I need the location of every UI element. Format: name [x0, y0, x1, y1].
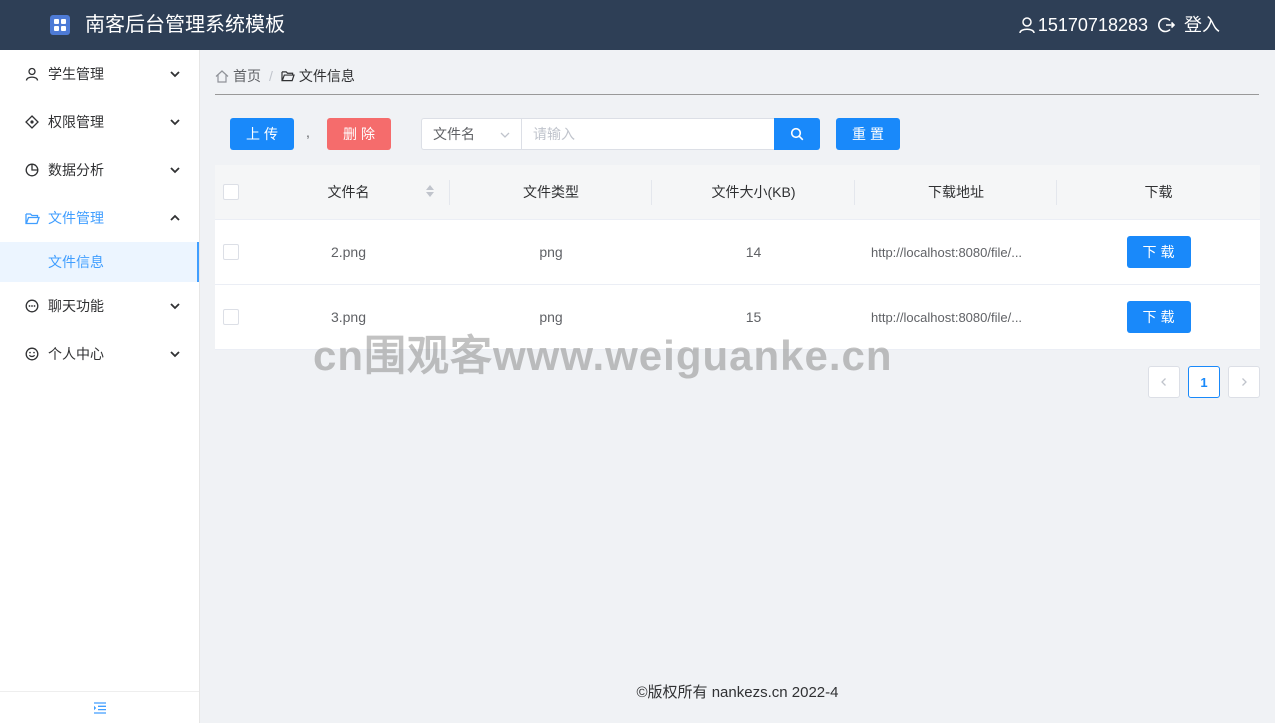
breadcrumb: 首页 / 文件信息	[215, 66, 355, 86]
sidebar-subitem-file-info[interactable]: 文件信息	[0, 242, 199, 282]
folder-open-icon	[24, 210, 40, 226]
toolbar-separator: ,	[306, 124, 310, 140]
sidebar-item-student[interactable]: 学生管理	[0, 50, 199, 98]
pagination-prev-button[interactable]	[1148, 366, 1180, 398]
select-all-checkbox[interactable]	[223, 184, 239, 200]
sidebar: 学生管理 权限管理 数据分析 文件管理 文件信息 聊天功能 个人中心	[0, 50, 200, 723]
login-link[interactable]: 登入	[1184, 12, 1220, 38]
column-header-name[interactable]: 文件名	[247, 165, 450, 219]
breadcrumb-separator: /	[269, 68, 273, 84]
app-title: 南客后台管理系统模板	[85, 14, 285, 36]
app-logo-icon	[50, 15, 70, 35]
breadcrumb-divider	[215, 94, 1259, 95]
row-checkbox-cell	[215, 285, 247, 349]
logout-icon[interactable]	[1158, 16, 1176, 34]
smile-icon	[24, 346, 40, 362]
chevron-down-icon	[500, 132, 510, 138]
row-checkbox-cell	[215, 220, 247, 284]
cell-file-name: 2.png	[330, 244, 367, 260]
sidebar-item-file-management[interactable]: 文件管理	[0, 194, 199, 242]
sidebar-item-label: 文件管理	[48, 210, 104, 226]
sidebar-item-label: 数据分析	[48, 162, 104, 178]
footer-copyright: ©版权所有 nankezs.cn 2022-4	[636, 684, 839, 701]
download-button[interactable]: 下载	[1126, 236, 1191, 268]
search-field-value: 文件名	[433, 126, 475, 142]
search-icon	[790, 127, 804, 141]
sidebar-item-label: 聊天功能	[48, 298, 104, 314]
folder-open-icon	[281, 71, 295, 82]
file-url-text: http://localhost:8080/file/...	[871, 244, 1023, 260]
top-header: 南客后台管理系统模板 15170718283 登入	[0, 0, 1275, 50]
sidebar-item-label: 权限管理	[48, 114, 104, 130]
user-area: 15170718283 登入	[1018, 12, 1220, 38]
chevron-up-icon	[170, 214, 180, 221]
sidebar-item-label: 学生管理	[48, 66, 104, 82]
cell-file-type: png	[539, 244, 563, 260]
sort-caret-icon[interactable]	[426, 185, 434, 197]
breadcrumb-home[interactable]: 首页	[215, 66, 261, 86]
sidebar-collapse-button[interactable]	[0, 691, 199, 723]
column-header-size: 文件大小(KB)	[652, 165, 855, 219]
column-header-type: 文件类型	[450, 165, 652, 219]
upload-button[interactable]: 上传	[230, 118, 294, 150]
cell-file-url: http://localhost:8080/file/...	[855, 220, 1057, 284]
user-icon	[24, 66, 40, 82]
search-button[interactable]	[774, 118, 820, 150]
sidebar-item-label: 个人中心	[48, 346, 104, 362]
reset-button[interactable]: 重置	[836, 118, 900, 150]
chevron-down-icon	[170, 167, 180, 174]
breadcrumb-current: 文件信息	[281, 66, 355, 86]
delete-button[interactable]: 删除	[327, 118, 391, 150]
chevron-left-icon	[1161, 378, 1166, 386]
chevron-down-icon	[170, 303, 180, 310]
file-url-text: http://localhost:8080/file/...	[871, 309, 1023, 325]
column-header-url: 下载地址	[855, 165, 1057, 219]
row-checkbox[interactable]	[223, 309, 239, 325]
compass-icon	[24, 114, 40, 130]
chat-bubble-icon	[24, 298, 40, 314]
pie-chart-icon	[24, 162, 40, 178]
table-header-row: 文件名 文件类型 文件大小(KB) 下载地址 下载	[215, 165, 1260, 220]
home-icon	[215, 69, 229, 83]
chevron-right-icon	[1242, 378, 1247, 386]
chevron-down-icon	[170, 71, 180, 78]
chevron-down-icon	[170, 119, 180, 126]
watermark-text: cn围观客www.weiguanke.cn	[313, 332, 893, 379]
cell-download: 下载	[1057, 285, 1260, 349]
indent-icon	[93, 701, 106, 714]
pagination-page-button[interactable]: 1	[1188, 366, 1220, 398]
search-field-select[interactable]: 文件名	[421, 118, 521, 150]
table-row: 2.png png 14 http://localhost:8080/file/…	[215, 220, 1260, 285]
username: 15170718283	[1037, 15, 1148, 35]
sidebar-item-profile[interactable]: 个人中心	[0, 330, 199, 378]
cell-download: 下载	[1057, 220, 1260, 284]
chevron-down-icon	[170, 351, 180, 358]
pagination-next-button[interactable]	[1228, 366, 1260, 398]
sidebar-item-chat[interactable]: 聊天功能	[0, 282, 199, 330]
column-header-download: 下载	[1144, 184, 1173, 200]
row-checkbox[interactable]	[223, 244, 239, 260]
header-checkbox-cell	[215, 165, 247, 219]
search-input[interactable]	[521, 118, 775, 150]
user-icon	[1019, 17, 1035, 34]
download-button[interactable]: 下载	[1126, 301, 1191, 333]
sidebar-item-permission[interactable]: 权限管理	[0, 98, 199, 146]
cell-file-size: 14	[745, 244, 762, 260]
sidebar-item-analytics[interactable]: 数据分析	[0, 146, 199, 194]
